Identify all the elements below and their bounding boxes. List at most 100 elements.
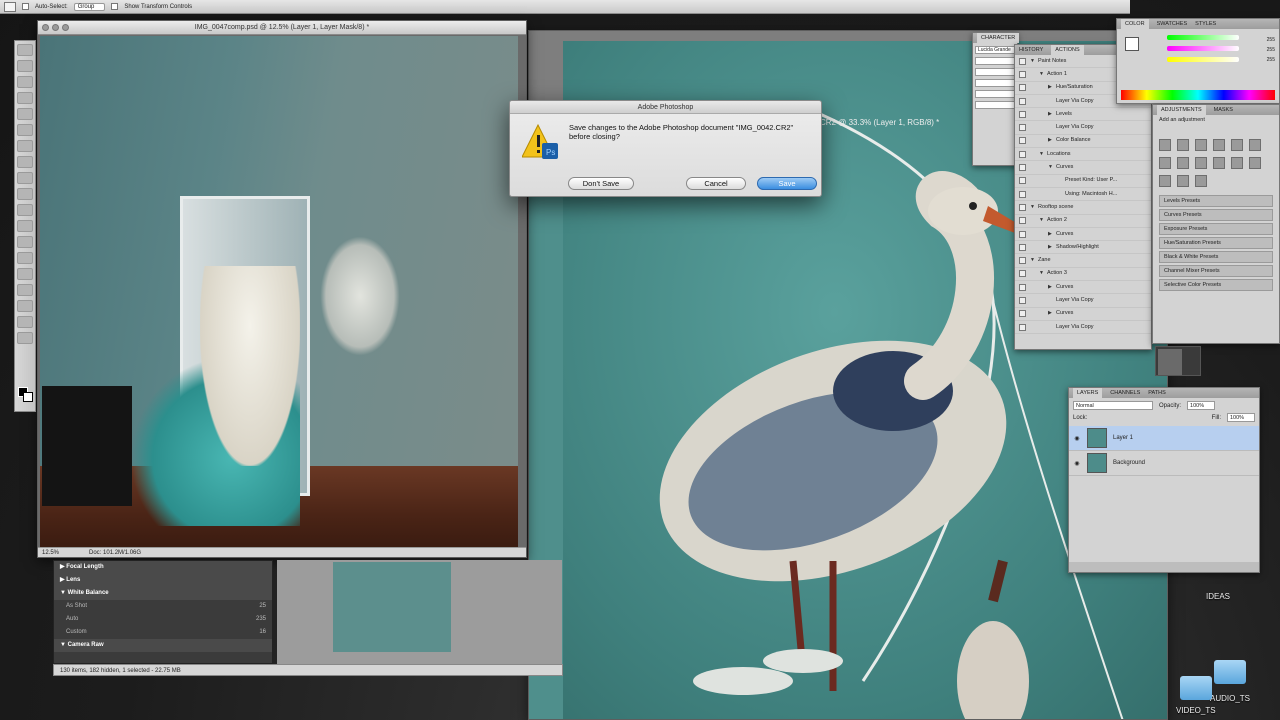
action-item[interactable]: ▶ Curves	[1015, 308, 1151, 321]
disclosure-triangle-icon[interactable]: ▶	[1048, 307, 1056, 320]
red-value[interactable]: 255	[1267, 35, 1275, 45]
visibility-eye-icon[interactable]: ◉	[1073, 460, 1081, 467]
zoom-button[interactable]	[62, 24, 69, 31]
adjustment-preset-item[interactable]: Exposure Presets	[1159, 223, 1273, 235]
clone-stamp-icon[interactable]	[17, 172, 33, 184]
tab-masks[interactable]: MASKS	[1214, 105, 1233, 115]
history-brush-icon[interactable]	[17, 188, 33, 200]
action-toggle-checkbox[interactable]	[1019, 283, 1026, 291]
quick-select-tool-icon[interactable]	[17, 92, 33, 104]
auto-select-checkbox[interactable]	[22, 3, 29, 10]
adjustment-preset-item[interactable]: Levels Presets	[1159, 195, 1273, 207]
tab-character[interactable]: CHARACTER	[977, 33, 1020, 43]
levels-icon[interactable]	[1177, 139, 1189, 151]
action-item[interactable]: Layer Via Copy	[1015, 321, 1151, 335]
action-toggle-checkbox[interactable]	[1019, 150, 1026, 158]
gradient-tool-icon[interactable]	[17, 220, 33, 232]
background-color-swatch[interactable]	[23, 392, 33, 402]
font-family-field[interactable]: Lucida Grande	[975, 46, 1015, 54]
action-item[interactable]: Layer Via Copy	[1015, 121, 1151, 135]
disclosure-triangle-icon[interactable]: ▼	[1030, 254, 1038, 267]
adjustment-preset-item[interactable]: Curves Presets	[1159, 209, 1273, 221]
tab-history[interactable]: HISTORY	[1019, 45, 1043, 55]
black-white-icon[interactable]	[1177, 157, 1189, 169]
save-button[interactable]: Save	[757, 177, 817, 190]
action-toggle-checkbox[interactable]	[1019, 296, 1026, 304]
exposure-icon[interactable]	[1213, 139, 1225, 151]
action-toggle-checkbox[interactable]	[1019, 164, 1026, 172]
adjustment-preset-item[interactable]: Selective Color Presets	[1159, 279, 1273, 291]
action-toggle-checkbox[interactable]	[1019, 84, 1026, 92]
disclosure-triangle-icon[interactable]: ▶	[1048, 134, 1056, 147]
hand-tool-icon[interactable]	[17, 316, 33, 328]
cancel-button[interactable]: Cancel	[686, 177, 746, 190]
photo-filter-icon[interactable]	[1195, 157, 1207, 169]
shape-tool-icon[interactable]	[17, 300, 33, 312]
action-item[interactable]: ▼ Locations	[1015, 148, 1151, 162]
action-item[interactable]: Layer Via Copy	[1015, 294, 1151, 308]
action-toggle-checkbox[interactable]	[1019, 124, 1026, 132]
threshold-icon[interactable]	[1159, 175, 1171, 187]
action-toggle-checkbox[interactable]	[1019, 230, 1026, 238]
action-item[interactable]: ▼ Zane	[1015, 254, 1151, 268]
disclosure-triangle-icon[interactable]: ▼	[1030, 201, 1038, 214]
blue-slider[interactable]	[1167, 57, 1239, 62]
blend-mode-select[interactable]: Normal	[1073, 401, 1153, 410]
layer-row[interactable]: ◉ Background	[1069, 451, 1259, 476]
action-item[interactable]: Preset Kind: User P...	[1015, 175, 1151, 188]
action-toggle-checkbox[interactable]	[1019, 310, 1026, 318]
zoom-tool-icon[interactable]	[17, 332, 33, 344]
disclosure-triangle-icon[interactable]: ▼	[1039, 267, 1047, 280]
tab-adjustments[interactable]: ADJUSTMENTS	[1157, 105, 1206, 115]
pen-tool-icon[interactable]	[17, 252, 33, 264]
tracking-field[interactable]	[975, 79, 1015, 87]
disclosure-triangle-icon[interactable]: ▶	[1048, 108, 1056, 121]
path-select-icon[interactable]	[17, 284, 33, 296]
minimize-button[interactable]	[52, 24, 59, 31]
action-item[interactable]: ▶ Curves	[1015, 228, 1151, 242]
action-toggle-checkbox[interactable]	[1019, 97, 1026, 105]
metadata-row[interactable]: ▶ Lens	[54, 574, 272, 587]
dont-save-button[interactable]: Don't Save	[568, 177, 634, 190]
eyedropper-tool-icon[interactable]	[17, 124, 33, 136]
tab-paths[interactable]: PATHS	[1148, 388, 1166, 398]
dodge-tool-icon[interactable]	[17, 236, 33, 248]
channel-mixer-icon[interactable]	[1213, 157, 1225, 169]
disclosure-triangle-icon[interactable]: ▼	[1039, 148, 1047, 161]
posterize-icon[interactable]	[1249, 157, 1261, 169]
action-item[interactable]: ▼ Rooftop scene	[1015, 201, 1151, 215]
action-toggle-checkbox[interactable]	[1019, 203, 1026, 211]
metadata-row[interactable]: ▼ Camera Raw	[54, 639, 272, 652]
action-toggle-checkbox[interactable]	[1019, 110, 1026, 118]
action-toggle-checkbox[interactable]	[1019, 257, 1026, 265]
gradient-map-icon[interactable]	[1177, 175, 1189, 187]
fill-field[interactable]: 100%	[1227, 413, 1255, 422]
healing-brush-icon[interactable]	[17, 140, 33, 152]
action-item[interactable]: ▶ Levels	[1015, 108, 1151, 122]
marquee-tool-icon[interactable]	[17, 60, 33, 72]
folder-icon[interactable]	[1214, 660, 1246, 684]
disclosure-triangle-icon[interactable]: ▼	[1048, 161, 1056, 174]
action-item[interactable]: ▼ Action 2	[1015, 215, 1151, 228]
adjustment-preset-item[interactable]: Channel Mixer Presets	[1159, 265, 1273, 277]
layer-row[interactable]: ◉ Layer 1	[1069, 426, 1259, 451]
color-balance-icon[interactable]	[1159, 157, 1171, 169]
preview-image[interactable]	[333, 562, 451, 652]
bride-canvas[interactable]	[40, 36, 518, 549]
folder-icon[interactable]	[1180, 676, 1212, 700]
disclosure-triangle-icon[interactable]: ▼	[1030, 55, 1038, 68]
action-toggle-checkbox[interactable]	[1019, 70, 1026, 78]
crop-tool-icon[interactable]	[17, 108, 33, 120]
disclosure-triangle-icon[interactable]: ▶	[1048, 281, 1056, 294]
disclosure-triangle-icon[interactable]: ▼	[1039, 68, 1047, 81]
move-tool-icon[interactable]	[4, 1, 16, 12]
selective-color-icon[interactable]	[1195, 175, 1207, 187]
disclosure-triangle-icon[interactable]: ▶	[1048, 241, 1056, 254]
action-item[interactable]: ▼ Action 3	[1015, 267, 1151, 282]
metadata-row[interactable]: ▼ White Balance	[54, 587, 272, 600]
brush-tool-icon[interactable]	[17, 156, 33, 168]
action-toggle-checkbox[interactable]	[1019, 57, 1026, 65]
color-swatch[interactable]	[1125, 37, 1139, 51]
tab-actions[interactable]: ACTIONS	[1051, 45, 1084, 55]
action-toggle-checkbox[interactable]	[1019, 177, 1026, 185]
